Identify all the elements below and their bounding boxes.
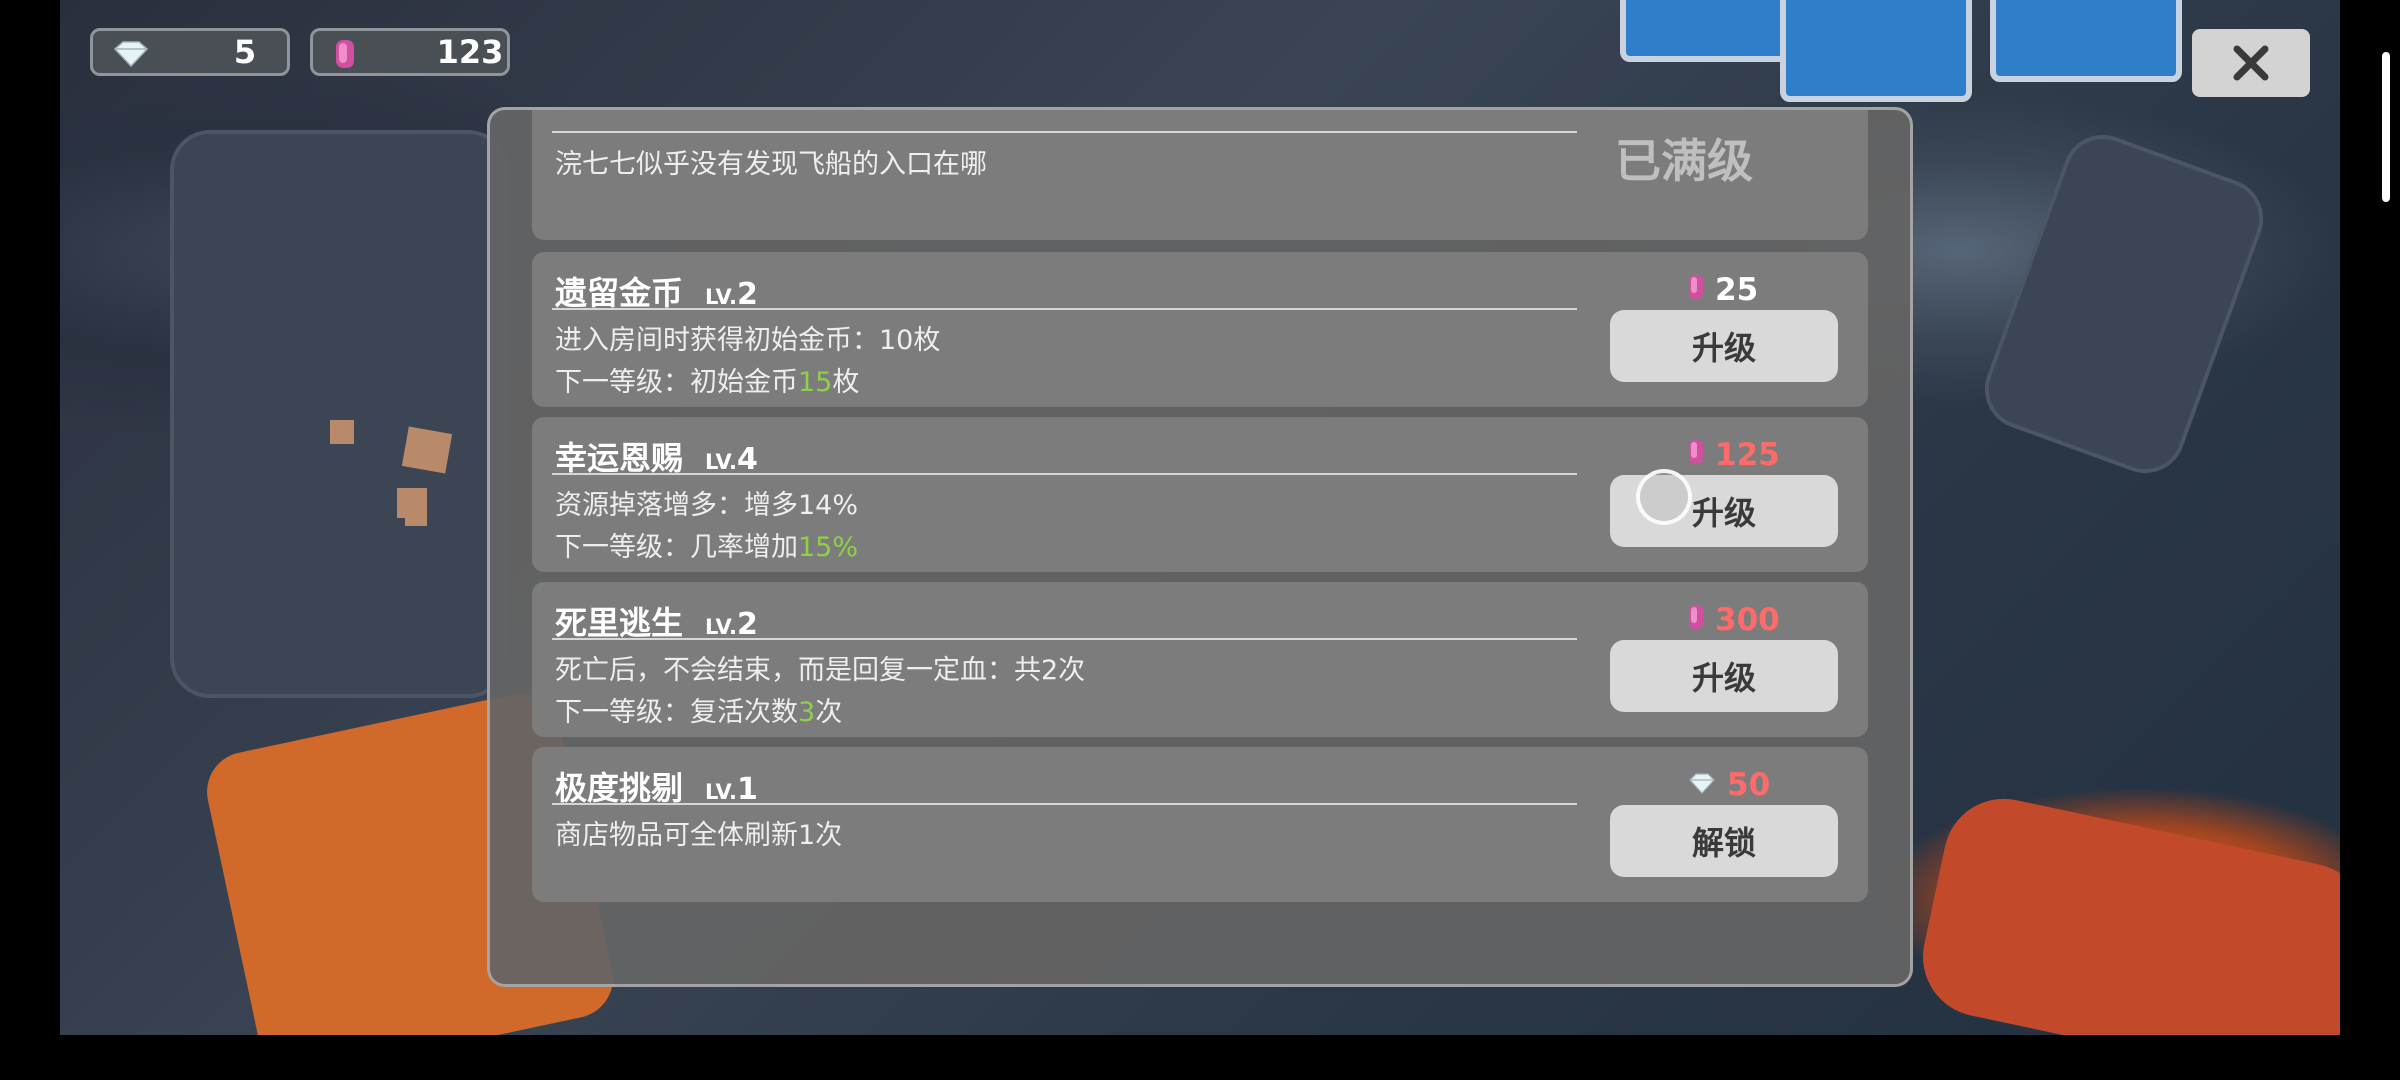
console-pedestal xyxy=(1973,123,2275,485)
upgrade-card: 极度挑剔 LV. 1 商店物品可全体刷新1次 50 解锁 xyxy=(532,747,1868,902)
price-value: 25 xyxy=(1715,272,1759,308)
close-icon xyxy=(2233,45,2269,81)
next-level-unit: 枚 xyxy=(832,367,860,398)
touch-indicator xyxy=(1636,469,1692,525)
price-value: 300 xyxy=(1715,602,1780,638)
upgrade-description: 死亡后，不会结束，而是回复一定血：共2次 xyxy=(555,655,1086,686)
monitor-screen xyxy=(1620,0,1792,62)
floor-panel xyxy=(170,130,508,698)
next-level-value: 3 xyxy=(798,697,816,728)
upgrade-card-maxed: 浣七七似乎没有发现飞船的入口在哪 已满级 xyxy=(532,110,1868,240)
price-value: 50 xyxy=(1727,767,1771,803)
next-level-value: 15 xyxy=(798,367,833,398)
upgrade-description: 资源掉落增多：增多14% xyxy=(555,490,859,521)
next-level-description: 下一等级：几率增加15% xyxy=(555,525,858,564)
monitor-screen xyxy=(1990,0,2182,82)
upgrade-card: 遗留金币 LV. 2 进入房间时获得初始金币：10枚 下一等级：初始金币15枚 … xyxy=(532,252,1868,407)
next-level-text: 下一等级：复活次数 xyxy=(555,697,798,728)
level-prefix: LV. xyxy=(705,780,738,804)
upgrade-price: 125 xyxy=(1687,437,1780,473)
upgrade-button[interactable]: 升级 xyxy=(1610,310,1838,382)
level-number: 2 xyxy=(737,277,758,312)
next-level-value: 15% xyxy=(798,532,859,563)
level-number: 2 xyxy=(737,607,758,642)
upgrade-panel: 浣七七似乎没有发现飞船的入口在哪 已满级 遗留金币 LV. 2 进入房间时获得初… xyxy=(487,107,1913,987)
unlock-button[interactable]: 解锁 xyxy=(1610,805,1838,877)
sofa xyxy=(1911,787,2340,1035)
divider xyxy=(552,803,1577,805)
upgrade-button[interactable]: 升级 xyxy=(1610,640,1838,712)
price-value: 125 xyxy=(1715,437,1780,473)
divider xyxy=(552,473,1577,475)
upgrade-price: 25 xyxy=(1687,272,1758,308)
pink-coin-icon xyxy=(1687,272,1705,308)
next-level-description: 下一等级：复活次数3次 xyxy=(555,690,842,729)
upgrade-description: 商店物品可全体刷新1次 xyxy=(555,820,843,851)
divider xyxy=(552,308,1577,310)
crate xyxy=(401,426,453,474)
pink-coin-icon xyxy=(1687,437,1705,473)
maxed-status: 已满级 xyxy=(1615,134,1753,188)
close-button[interactable] xyxy=(2192,29,2310,97)
pink-coin-icon xyxy=(1687,602,1705,638)
next-level-text: 下一等级：初始金币 xyxy=(555,367,798,398)
gem-count: 5 xyxy=(233,33,257,71)
upgrade-card: 幸运恩赐 LV. 4 资源掉落增多：增多14% 下一等级：几率增加15% 125… xyxy=(532,417,1868,572)
level-prefix: LV. xyxy=(705,450,738,474)
crate xyxy=(330,420,354,444)
upgrade-price: 300 xyxy=(1687,602,1780,638)
level-number: 1 xyxy=(737,772,758,807)
next-level-text: 下一等级：几率增加 xyxy=(555,532,798,563)
upgrade-description: 浣七七似乎没有发现飞船的入口在哪 xyxy=(555,149,987,180)
coin-counter: 123 xyxy=(310,28,510,76)
crate xyxy=(405,504,427,526)
level-prefix: LV. xyxy=(705,285,738,309)
gem-icon xyxy=(1687,767,1717,803)
divider xyxy=(552,638,1577,640)
level-number: 4 xyxy=(737,442,758,477)
divider xyxy=(552,131,1577,133)
upgrade-price: 50 xyxy=(1687,767,1770,803)
upgrade-card: 死里逃生 LV. 2 死亡后，不会结束，而是回复一定血：共2次 下一等级：复活次… xyxy=(532,582,1868,737)
coin-count: 123 xyxy=(436,33,504,71)
gem-counter: 5 xyxy=(90,28,290,76)
monitor-screen xyxy=(1780,0,1972,102)
next-level-description: 下一等级：初始金币15枚 xyxy=(555,360,859,399)
next-level-unit: 次 xyxy=(815,697,843,728)
upgrade-description: 进入房间时获得初始金币：10枚 xyxy=(555,325,941,356)
level-prefix: LV. xyxy=(705,615,738,639)
scrollbar[interactable] xyxy=(2382,52,2390,202)
